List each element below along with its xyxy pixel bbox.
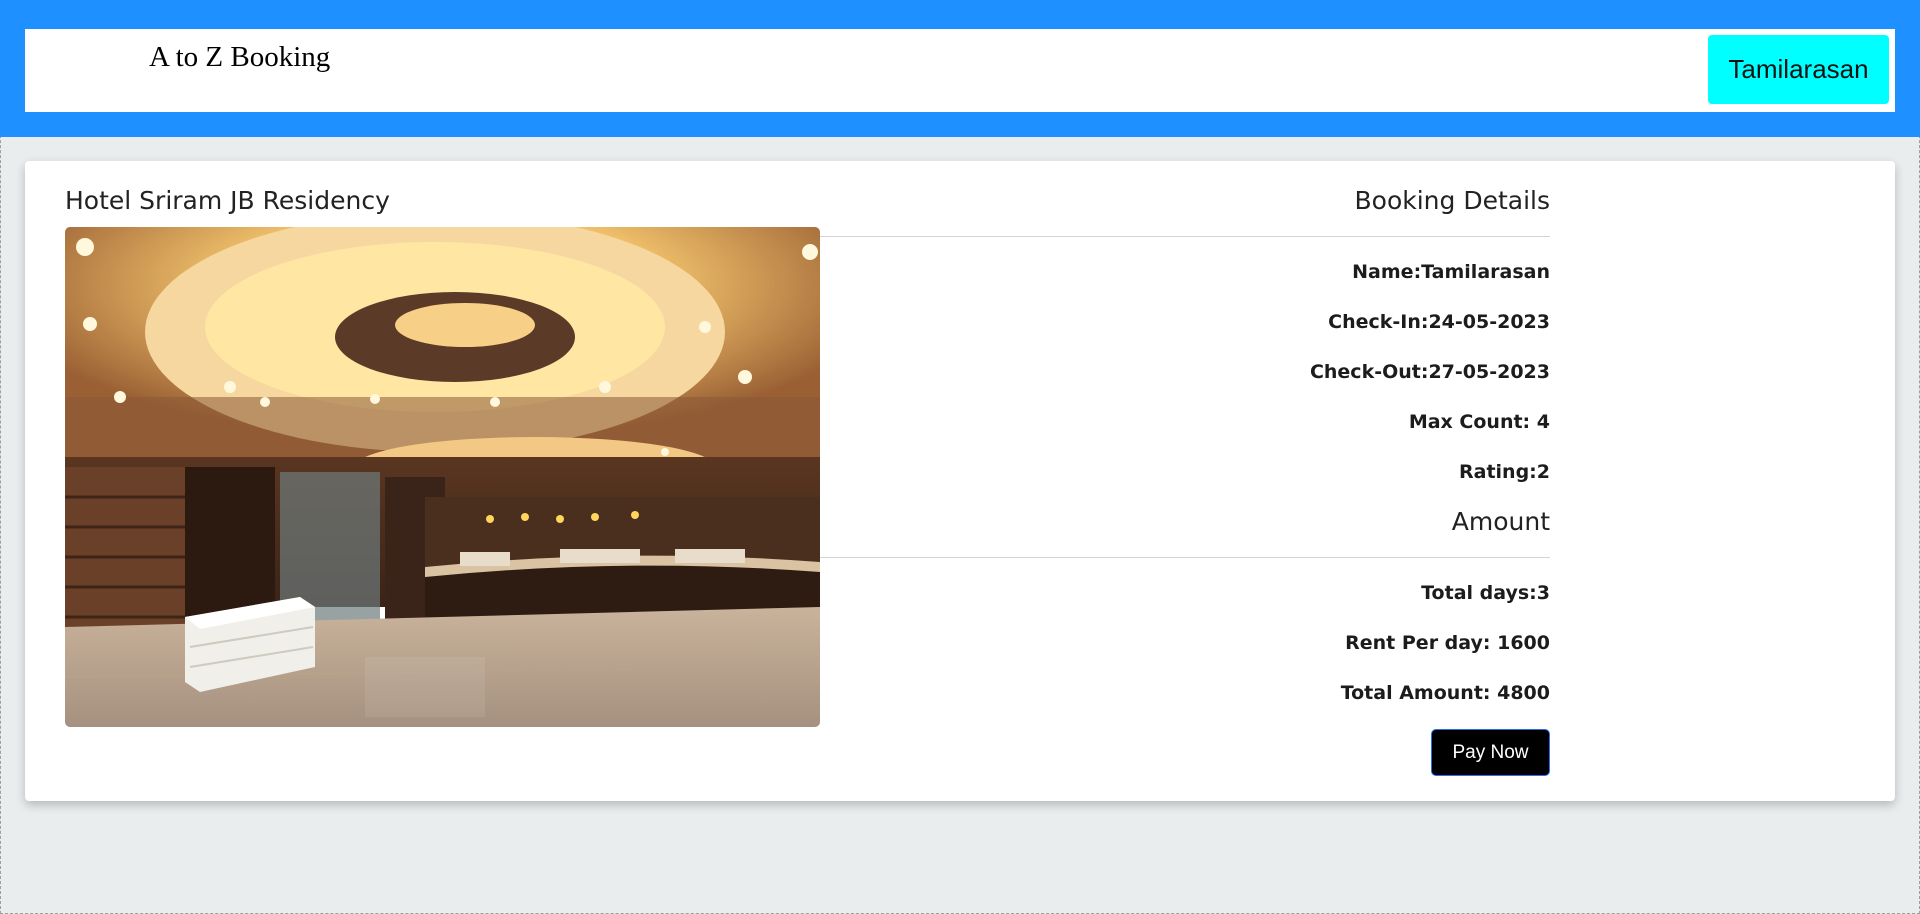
pay-now-button[interactable]: Pay Now <box>1431 729 1550 776</box>
hotel-lobby-image <box>65 227 820 727</box>
booking-details-panel: Booking Details Name:Tamilarasan Check-I… <box>820 161 1550 801</box>
total-days: Total days:3 <box>1421 582 1550 604</box>
user-account-button[interactable]: Tamilarasan <box>1708 35 1889 104</box>
amount-title: Amount <box>1451 507 1550 536</box>
check-out-date: Check-Out:27-05-2023 <box>1309 361 1550 383</box>
amount-divider <box>820 557 1550 558</box>
booking-card: Hotel Sriram JB Residency Booking Detail… <box>25 161 1895 801</box>
rating: Rating:2 <box>1459 461 1550 483</box>
guest-name: Name:Tamilarasan <box>1352 261 1550 283</box>
booking-details-title: Booking Details <box>1354 186 1551 215</box>
brand-title[interactable]: A to Z Booking <box>149 41 330 74</box>
booking-details-divider <box>820 236 1550 237</box>
top-navbar: A to Z Booking Tamilarasan <box>0 0 1920 137</box>
total-amount: Total Amount: 4800 <box>1340 682 1550 704</box>
rent-per-day: Rent Per day: 1600 <box>1345 632 1550 654</box>
navbar-inner: A to Z Booking Tamilarasan <box>25 29 1895 112</box>
max-count: Max Count: 4 <box>1408 411 1550 433</box>
check-in-date: Check-In:24-05-2023 <box>1328 311 1550 333</box>
hotel-name: Hotel Sriram JB Residency <box>65 186 390 215</box>
